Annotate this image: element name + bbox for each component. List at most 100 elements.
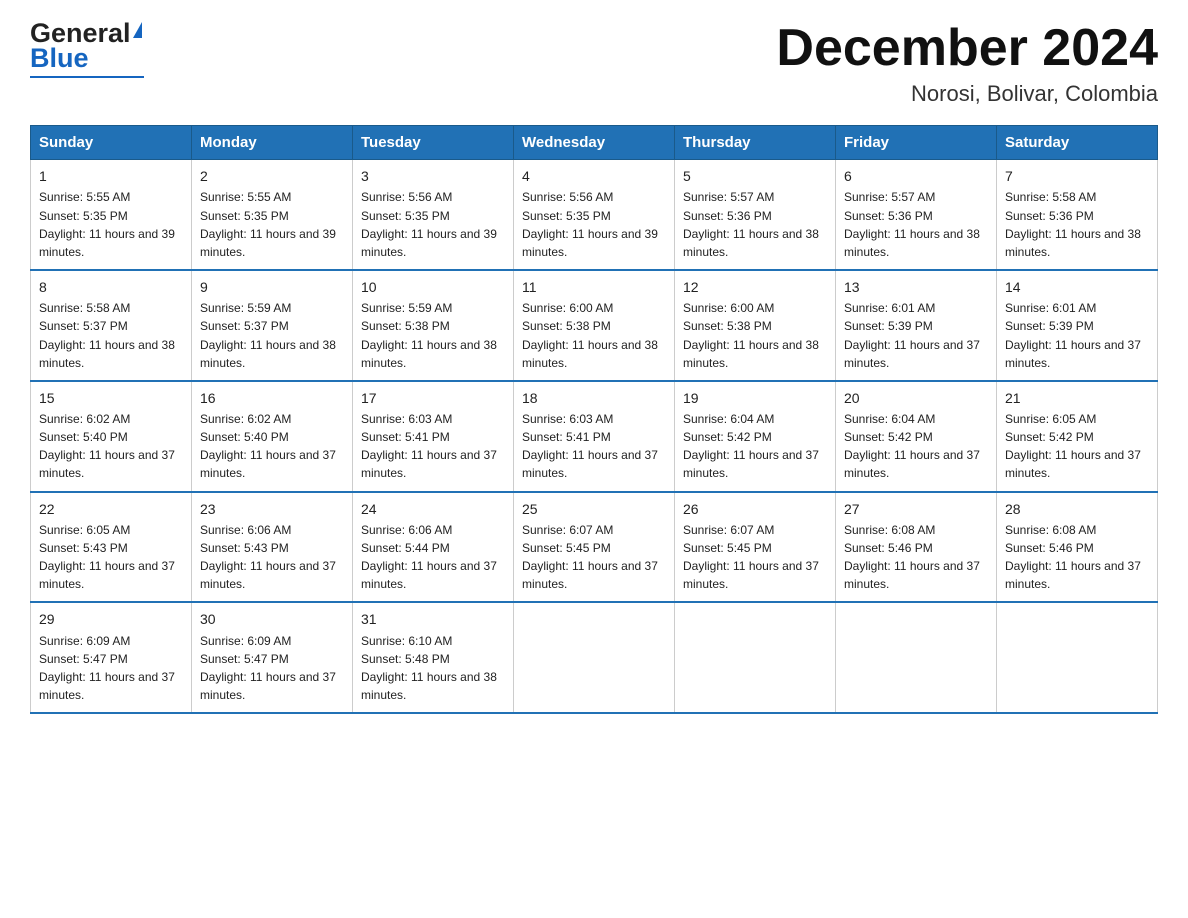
day-number: 15 <box>39 388 183 408</box>
day-number: 27 <box>844 499 988 519</box>
calendar-week-row: 22Sunrise: 6:05 AMSunset: 5:43 PMDayligh… <box>31 492 1158 603</box>
logo: General Blue <box>30 20 144 78</box>
day-info: Sunrise: 6:09 AMSunset: 5:47 PMDaylight:… <box>39 634 175 702</box>
calendar-table: Sunday Monday Tuesday Wednesday Thursday… <box>30 125 1158 714</box>
day-number: 16 <box>200 388 344 408</box>
day-info: Sunrise: 5:58 AMSunset: 5:37 PMDaylight:… <box>39 301 175 369</box>
day-number: 8 <box>39 277 183 297</box>
day-info: Sunrise: 5:56 AMSunset: 5:35 PMDaylight:… <box>361 190 497 258</box>
table-row: 6Sunrise: 5:57 AMSunset: 5:36 PMDaylight… <box>836 160 997 270</box>
table-row: 19 Sunrise: 6:04 AMSunset: 5:42 PMDayligh… <box>675 381 836 492</box>
day-info: Sunrise: 5:55 AMSunset: 5:35 PMDaylight:… <box>200 190 336 258</box>
day-info: Sunrise: 5:58 AMSunset: 5:36 PMDaylight:… <box>1005 190 1141 258</box>
page-header: General Blue December 2024 Norosi, Boliv… <box>30 20 1158 107</box>
table-row: 24Sunrise: 6:06 AMSunset: 5:44 PMDayligh… <box>353 492 514 603</box>
day-info: Sunrise: 6:08 AMSunset: 5:46 PMDaylight:… <box>844 523 980 591</box>
day-number: 14 <box>1005 277 1149 297</box>
title-section: December 2024 Norosi, Bolivar, Colombia <box>776 20 1158 107</box>
table-row: 28 Sunrise: 6:08 AMSunset: 5:46 PMDayligh… <box>997 492 1158 603</box>
day-info: Sunrise: 6:04 AMSunset: 5:42 PMDaylight:… <box>683 412 819 480</box>
day-number: 26 <box>683 499 827 519</box>
header-friday: Friday <box>836 126 997 160</box>
day-info: Sunrise: 5:56 AMSunset: 5:35 PMDaylight:… <box>522 190 658 258</box>
day-info: Sunrise: 6:08 AMSunset: 5:46 PMDaylight:… <box>1005 523 1141 591</box>
table-row: 4Sunrise: 5:56 AMSunset: 5:35 PMDaylight… <box>514 160 675 270</box>
day-info: Sunrise: 6:10 AMSunset: 5:48 PMDaylight:… <box>361 634 497 702</box>
table-row: 18Sunrise: 6:03 AMSunset: 5:41 PMDayligh… <box>514 381 675 492</box>
day-info: Sunrise: 6:01 AMSunset: 5:39 PMDaylight:… <box>844 301 980 369</box>
day-info: Sunrise: 5:57 AMSunset: 5:36 PMDaylight:… <box>844 190 980 258</box>
header-monday: Monday <box>192 126 353 160</box>
table-row: 7 Sunrise: 5:58 AMSunset: 5:36 PMDaylight… <box>997 160 1158 270</box>
day-number: 25 <box>522 499 666 519</box>
table-row: 31 Sunrise: 6:10 AMSunset: 5:48 PMDayligh… <box>353 602 514 713</box>
table-row: 2Sunrise: 5:55 AMSunset: 5:35 PMDaylight… <box>192 160 353 270</box>
day-info: Sunrise: 6:01 AMSunset: 5:39 PMDaylight:… <box>1005 301 1141 369</box>
day-info: Sunrise: 6:06 AMSunset: 5:43 PMDaylight:… <box>200 523 336 591</box>
header-wednesday: Wednesday <box>514 126 675 160</box>
table-row: 8 Sunrise: 5:58 AMSunset: 5:37 PMDaylight… <box>31 270 192 381</box>
calendar-week-row: 8 Sunrise: 5:58 AMSunset: 5:37 PMDaylight… <box>31 270 1158 381</box>
day-number: 9 <box>200 277 344 297</box>
day-info: Sunrise: 6:05 AMSunset: 5:42 PMDaylight:… <box>1005 412 1141 480</box>
day-info: Sunrise: 6:03 AMSunset: 5:41 PMDaylight:… <box>522 412 658 480</box>
day-info: Sunrise: 5:57 AMSunset: 5:36 PMDaylight:… <box>683 190 819 258</box>
weekday-header-row: Sunday Monday Tuesday Wednesday Thursday… <box>31 126 1158 160</box>
day-info: Sunrise: 6:00 AMSunset: 5:38 PMDaylight:… <box>522 301 658 369</box>
logo-arrow-icon <box>133 22 142 38</box>
calendar-week-row: 15 Sunrise: 6:02 AMSunset: 5:40 PMDayligh… <box>31 381 1158 492</box>
day-number: 13 <box>844 277 988 297</box>
table-row: 13 Sunrise: 6:01 AMSunset: 5:39 PMDayligh… <box>836 270 997 381</box>
table-row: 30 Sunrise: 6:09 AMSunset: 5:47 PMDayligh… <box>192 602 353 713</box>
table-row: 11 Sunrise: 6:00 AMSunset: 5:38 PMDayligh… <box>514 270 675 381</box>
location-title: Norosi, Bolivar, Colombia <box>776 81 1158 107</box>
day-number: 19 <box>683 388 827 408</box>
header-thursday: Thursday <box>675 126 836 160</box>
day-info: Sunrise: 6:02 AMSunset: 5:40 PMDaylight:… <box>39 412 175 480</box>
day-number: 30 <box>200 609 344 629</box>
day-number: 28 <box>1005 499 1149 519</box>
table-row: 17 Sunrise: 6:03 AMSunset: 5:41 PMDayligh… <box>353 381 514 492</box>
table-row: 3Sunrise: 5:56 AMSunset: 5:35 PMDaylight… <box>353 160 514 270</box>
table-row: 27 Sunrise: 6:08 AMSunset: 5:46 PMDayligh… <box>836 492 997 603</box>
day-number: 12 <box>683 277 827 297</box>
table-row: 15 Sunrise: 6:02 AMSunset: 5:40 PMDayligh… <box>31 381 192 492</box>
table-row: 29 Sunrise: 6:09 AMSunset: 5:47 PMDayligh… <box>31 602 192 713</box>
month-title: December 2024 <box>776 20 1158 77</box>
table-row <box>675 602 836 713</box>
day-info: Sunrise: 6:05 AMSunset: 5:43 PMDaylight:… <box>39 523 175 591</box>
header-saturday: Saturday <box>997 126 1158 160</box>
day-info: Sunrise: 6:07 AMSunset: 5:45 PMDaylight:… <box>522 523 658 591</box>
table-row <box>514 602 675 713</box>
table-row: 14 Sunrise: 6:01 AMSunset: 5:39 PMDayligh… <box>997 270 1158 381</box>
calendar-week-row: 29 Sunrise: 6:09 AMSunset: 5:47 PMDayligh… <box>31 602 1158 713</box>
day-info: Sunrise: 5:55 AMSunset: 5:35 PMDaylight:… <box>39 190 175 258</box>
day-info: Sunrise: 6:04 AMSunset: 5:42 PMDaylight:… <box>844 412 980 480</box>
logo-blue-text: Blue <box>30 43 89 74</box>
day-info: Sunrise: 6:06 AMSunset: 5:44 PMDaylight:… <box>361 523 497 591</box>
day-number: 23 <box>200 499 344 519</box>
day-info: Sunrise: 5:59 AMSunset: 5:38 PMDaylight:… <box>361 301 497 369</box>
table-row: 26Sunrise: 6:07 AMSunset: 5:45 PMDayligh… <box>675 492 836 603</box>
day-number: 17 <box>361 388 505 408</box>
table-row: 22Sunrise: 6:05 AMSunset: 5:43 PMDayligh… <box>31 492 192 603</box>
header-tuesday: Tuesday <box>353 126 514 160</box>
table-row: 5Sunrise: 5:57 AMSunset: 5:36 PMDaylight… <box>675 160 836 270</box>
day-info: Sunrise: 6:09 AMSunset: 5:47 PMDaylight:… <box>200 634 336 702</box>
day-number: 31 <box>361 609 505 629</box>
day-number: 10 <box>361 277 505 297</box>
table-row: 12Sunrise: 6:00 AMSunset: 5:38 PMDayligh… <box>675 270 836 381</box>
day-number: 1 <box>39 166 183 186</box>
table-row: 1 Sunrise: 5:55 AMSunset: 5:35 PMDaylight… <box>31 160 192 270</box>
day-info: Sunrise: 6:03 AMSunset: 5:41 PMDaylight:… <box>361 412 497 480</box>
day-number: 11 <box>522 277 666 297</box>
table-row: 20Sunrise: 6:04 AMSunset: 5:42 PMDayligh… <box>836 381 997 492</box>
table-row: 9 Sunrise: 5:59 AMSunset: 5:37 PMDaylight… <box>192 270 353 381</box>
day-number: 29 <box>39 609 183 629</box>
day-number: 21 <box>1005 388 1149 408</box>
day-info: Sunrise: 5:59 AMSunset: 5:37 PMDaylight:… <box>200 301 336 369</box>
logo-underline <box>30 76 144 78</box>
day-number: 7 <box>1005 166 1149 186</box>
day-info: Sunrise: 6:02 AMSunset: 5:40 PMDaylight:… <box>200 412 336 480</box>
table-row: 23 Sunrise: 6:06 AMSunset: 5:43 PMDayligh… <box>192 492 353 603</box>
